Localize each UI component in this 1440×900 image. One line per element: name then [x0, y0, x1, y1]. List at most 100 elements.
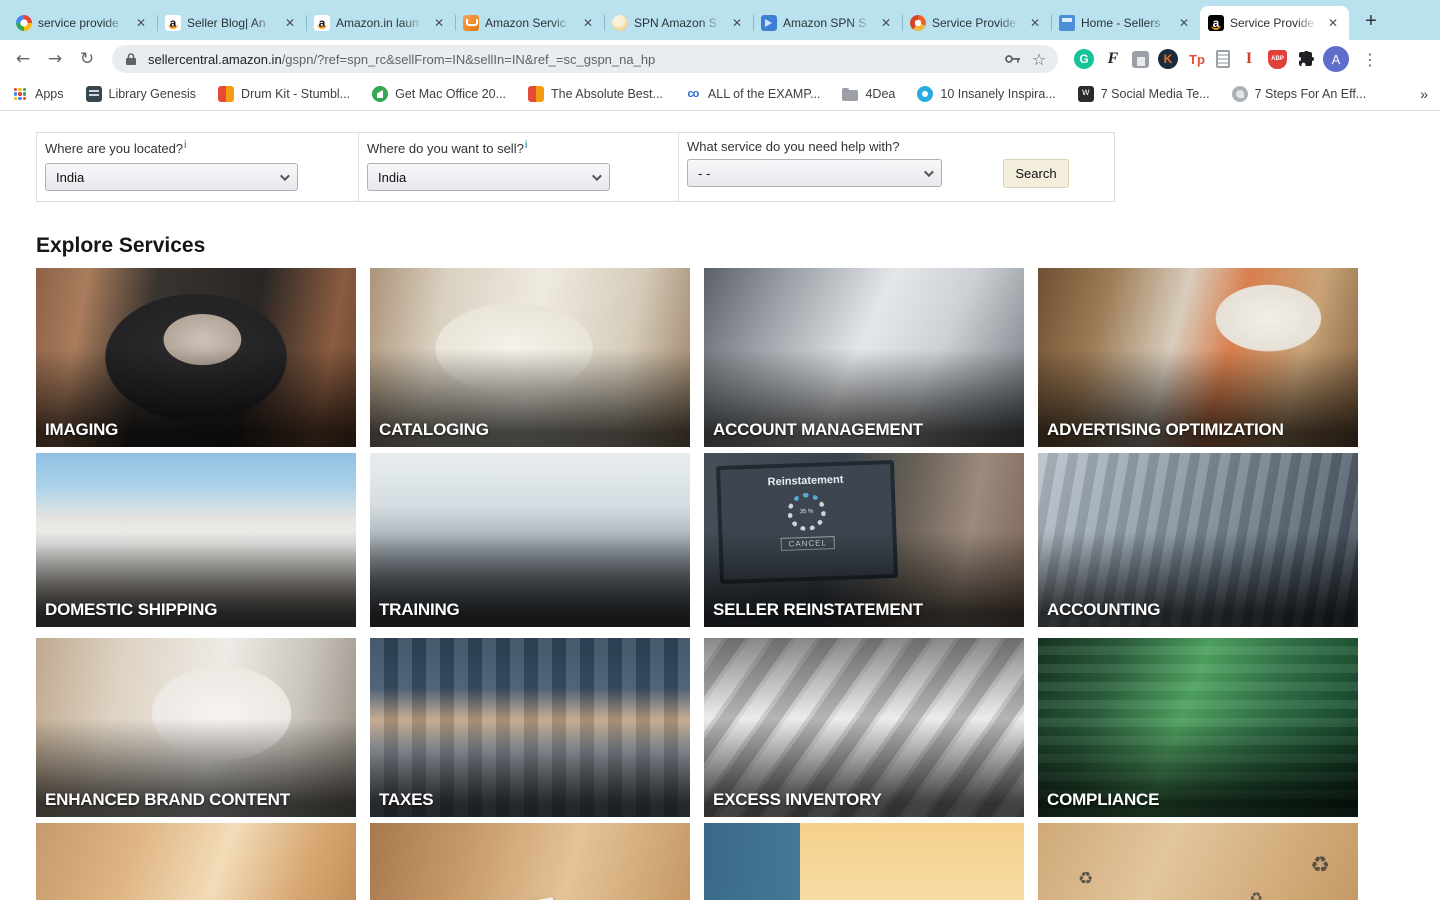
new-tab-button[interactable]: + — [1357, 8, 1385, 36]
tab-service-provider-active[interactable]: a Service Provide ✕ — [1200, 6, 1349, 40]
browser-menu-icon[interactable]: ⋮ — [1358, 50, 1382, 69]
close-icon[interactable]: ✕ — [729, 15, 745, 31]
service-field-group: What service do you need help with? - - … — [679, 133, 1114, 201]
card-label: ENHANCED BRAND CONTENT — [45, 790, 290, 810]
browser-toolbar: ← → ↻ sellercentral.amazon.in/gspn/?ref=… — [0, 40, 1440, 78]
search-button[interactable]: Search — [1003, 159, 1069, 188]
bookmark-insanely-inspiring[interactable]: 10 Insanely Inspira... — [917, 86, 1056, 102]
service-card-packing[interactable] — [36, 823, 356, 900]
office-icon[interactable] — [1132, 50, 1149, 68]
tp-extension-icon[interactable]: Tp — [1187, 49, 1207, 69]
tab-amazon-services[interactable]: Amazon Servic ✕ — [455, 6, 604, 40]
bookmark-label: The Absolute Best... — [551, 87, 663, 101]
close-icon[interactable]: ✕ — [133, 15, 149, 31]
puzzle-extension-icon[interactable] — [1296, 50, 1314, 68]
tab-amazon-in-launch[interactable]: a Amazon.in laun ✕ — [306, 6, 455, 40]
close-icon[interactable]: ✕ — [580, 15, 596, 31]
card-shade — [704, 823, 1024, 900]
profile-avatar[interactable]: A — [1323, 46, 1349, 72]
service-card-advertising-optimization[interactable]: ADVERTISING OPTIMIZATION — [1038, 268, 1358, 448]
service-card-domestic-shipping[interactable]: DOMESTIC SHIPPING — [36, 453, 356, 628]
stumbleupon-icon — [528, 86, 545, 102]
close-icon[interactable]: ✕ — [878, 15, 894, 31]
service-card-returns[interactable]: RETOURE — [370, 823, 690, 900]
service-card-cataloging[interactable]: CATALOGING — [370, 268, 690, 448]
info-icon[interactable]: i — [184, 139, 186, 151]
bookmark-label: ALL of the EXAMP... — [707, 87, 821, 101]
instapaper-icon[interactable]: I — [1239, 49, 1259, 69]
services-grid: IMAGING CATALOGING ACCOUNT MANAGEMENT AD… — [36, 268, 1358, 900]
close-icon[interactable]: ✕ — [1027, 15, 1043, 31]
adblock-icon[interactable]: ABP — [1268, 49, 1287, 69]
grammarly-icon[interactable]: G — [1074, 49, 1094, 69]
tab-title: Amazon Servic — [485, 16, 566, 30]
close-icon[interactable]: ✕ — [1176, 15, 1192, 31]
fontface-icon[interactable]: F — [1103, 49, 1123, 69]
sell-to-label: Where do you want to sell?i — [367, 139, 528, 157]
card-label: COMPLIANCE — [1047, 790, 1160, 810]
bookmark-7-steps[interactable]: 7 Steps For An Eff... — [1231, 86, 1366, 102]
sell-to-select[interactable]: India — [367, 163, 610, 192]
bookmark-apps[interactable]: Apps — [12, 86, 64, 102]
tab-amazon-spn[interactable]: Amazon SPN S ✕ — [753, 6, 902, 40]
service-card-enhanced-brand-content[interactable]: ENHANCED BRAND CONTENT — [36, 638, 356, 818]
reader-icon[interactable] — [1216, 50, 1230, 68]
bookmark-drum-kit[interactable]: Drum Kit - Stumbl... — [218, 86, 350, 102]
service-card-seller-reinstatement[interactable]: Reinstatement 35 % CANCEL SELLER REINSTA… — [704, 453, 1024, 628]
close-icon[interactable]: ✕ — [431, 15, 447, 31]
card-shade — [1038, 823, 1358, 900]
tab-title: Service Provide — [1230, 16, 1315, 30]
bookmark-label: Library Genesis — [108, 87, 197, 101]
amazon-icon: a — [165, 15, 181, 31]
address-bar[interactable]: sellercentral.amazon.in/gspn/?ref=spn_rc… — [112, 45, 1058, 73]
forward-button[interactable]: → — [42, 46, 68, 72]
green-circle-icon — [372, 86, 389, 102]
card-shade — [36, 823, 356, 900]
bookmark-absolute-best[interactable]: The Absolute Best... — [528, 86, 663, 102]
tab-title: SPN Amazon S — [634, 16, 717, 30]
bookmark-all-examples[interactable]: co ALL of the EXAMP... — [685, 86, 821, 102]
tab-service-provider-search[interactable]: service provide ✕ — [8, 6, 157, 40]
back-button[interactable]: ← — [10, 46, 36, 72]
service-card-accounting[interactable]: ACCOUNTING — [1038, 453, 1358, 628]
card-label: ACCOUNTING — [1047, 600, 1161, 620]
close-icon[interactable]: ✕ — [282, 15, 298, 31]
tab-home-sellers[interactable]: Home - Sellers ✕ — [1051, 6, 1200, 40]
tab-title: Amazon.in laun — [336, 16, 419, 30]
card-label: TAXES — [379, 790, 434, 810]
bookmark-library-genesis[interactable]: Library Genesis — [85, 86, 197, 102]
service-select[interactable]: - - — [687, 159, 942, 187]
service-card-imaging[interactable]: IMAGING — [36, 268, 356, 448]
service-card-recycling[interactable]: ♻ ♻ ♻ — [1038, 823, 1358, 900]
bookmarks-overflow-chevron-icon[interactable]: » — [1420, 86, 1428, 102]
amazon-dark-icon: a — [1208, 15, 1224, 31]
page-title: Explore Services — [36, 234, 206, 258]
tab-service-provider-2[interactable]: Service Provide ✕ — [902, 6, 1051, 40]
service-card-international-shipping[interactable] — [704, 823, 1024, 900]
close-icon[interactable]: ✕ — [1325, 15, 1341, 31]
bookmark-label: 10 Insanely Inspira... — [940, 87, 1056, 101]
sellercentral-icon — [1059, 15, 1075, 31]
bookmark-folder-4dea[interactable]: 4Dea — [842, 87, 895, 101]
service-card-compliance[interactable]: COMPLIANCE — [1038, 638, 1358, 818]
info-icon[interactable]: i — [525, 139, 527, 151]
service-card-excess-inventory[interactable]: EXCESS INVENTORY — [704, 638, 1024, 818]
bookmark-social-media[interactable]: 7 Social Media Te... — [1077, 86, 1210, 102]
located-select[interactable]: India — [45, 163, 298, 192]
tab-seller-blog[interactable]: a Seller Blog| An ✕ — [157, 6, 306, 40]
bookmark-star-icon[interactable]: ☆ — [1030, 50, 1048, 69]
password-key-icon[interactable] — [1004, 50, 1022, 68]
service-card-account-management[interactable]: ACCOUNT MANAGEMENT — [704, 268, 1024, 448]
folder-icon — [842, 88, 859, 101]
bookmark-label: Drum Kit - Stumbl... — [241, 87, 351, 101]
padlock-icon — [122, 50, 140, 68]
tab-spn-amazon[interactable]: SPN Amazon S ✕ — [604, 6, 753, 40]
keeper-icon[interactable]: K — [1158, 49, 1178, 69]
service-card-training[interactable]: TRAINING — [370, 453, 690, 628]
located-label: Where are you located?i — [45, 139, 187, 157]
url-text: sellercentral.amazon.in/gspn/?ref=spn_rc… — [148, 52, 996, 67]
service-card-taxes[interactable]: TAXES — [370, 638, 690, 818]
amazon-icon: a — [314, 15, 330, 31]
reload-button[interactable]: ↻ — [74, 46, 100, 72]
bookmark-get-mac-office[interactable]: Get Mac Office 20... — [372, 86, 506, 102]
